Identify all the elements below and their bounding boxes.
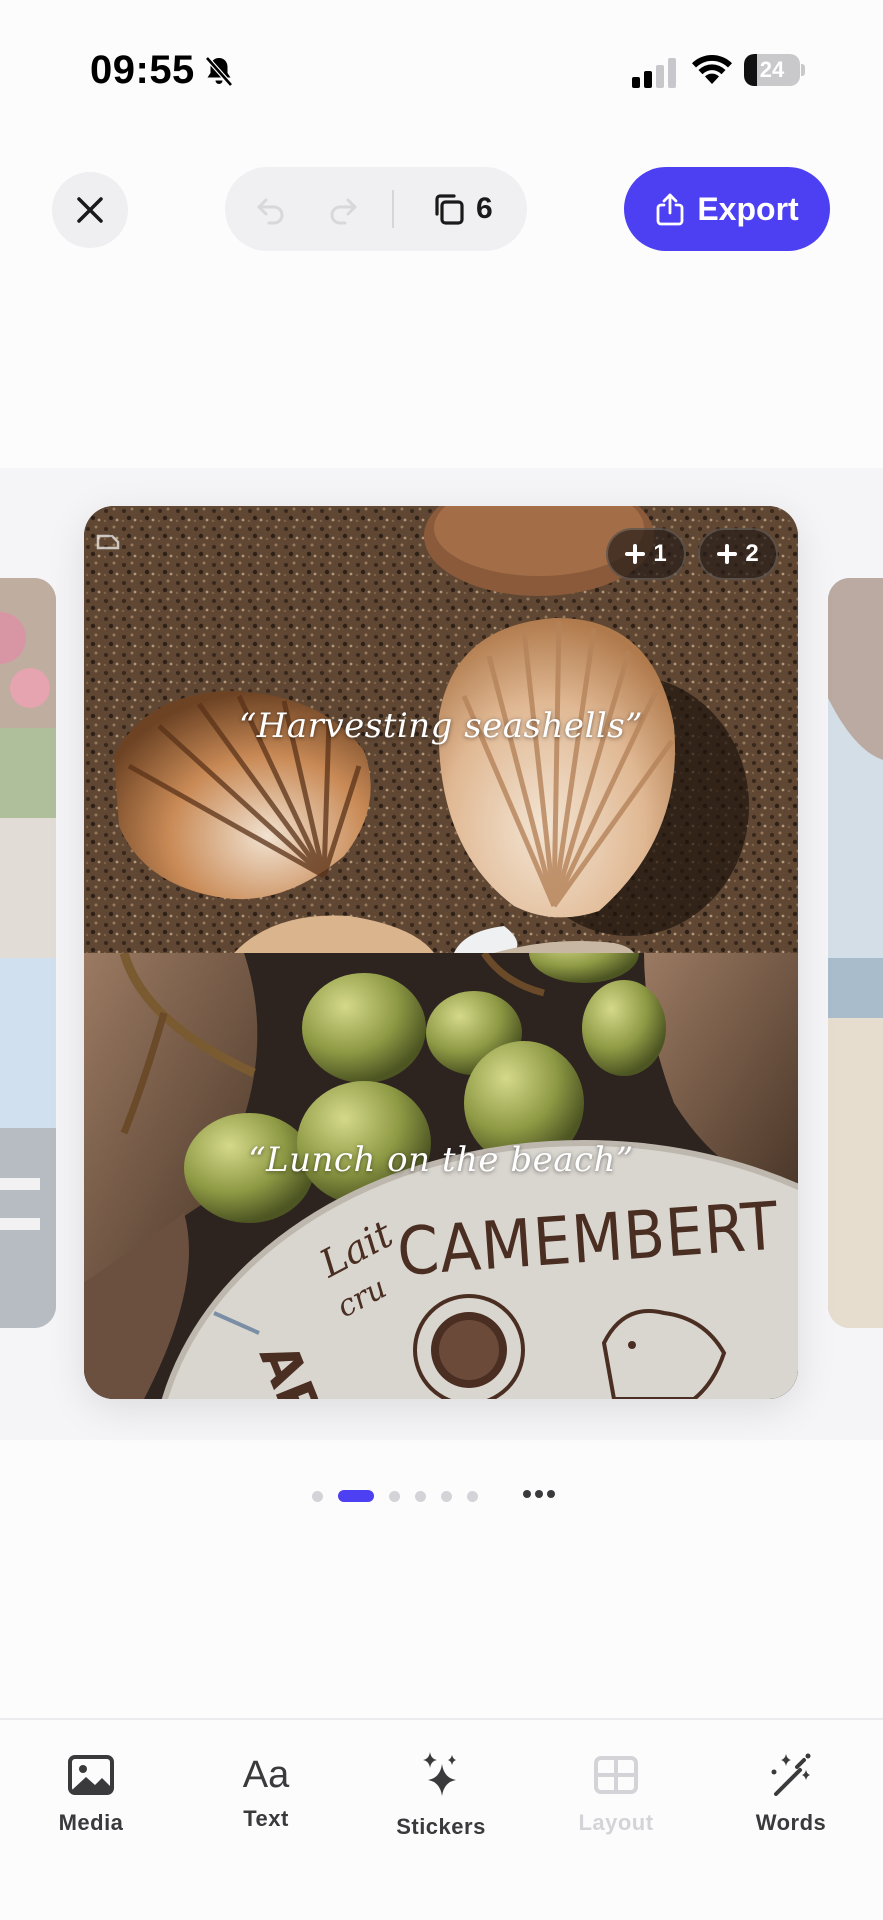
undo-icon[interactable] [254,192,288,226]
current-page-card[interactable]: 1 2 CAMEMBERT DE Lait cru “Harvesting se… [84,506,798,1399]
tab-label: Layout [578,1810,654,1835]
export-label: Export [697,190,799,227]
bell-muted-icon [205,56,233,87]
next-page-thumbnail [828,578,883,1328]
share-icon [656,193,684,226]
page-dot[interactable] [312,1491,323,1502]
page-caption-top[interactable]: “Harvesting seashells” [84,706,798,746]
text-aa-icon: Aa [242,1754,290,1796]
close-button[interactable] [52,172,128,248]
close-icon [77,197,103,223]
previous-page-thumbnail [0,578,56,1328]
bottom-toolbar: Media Aa Text Stickers Layout Words [0,1718,883,1920]
plus-icon [717,544,738,564]
page-dot[interactable] [389,1491,400,1502]
status-bar: 09:55 24 [0,0,883,140]
export-button[interactable]: Export [624,167,830,251]
wifi-icon [692,55,732,84]
add-chip-count: 2 [745,540,759,567]
tab-media[interactable]: Media [16,1750,166,1860]
tab-stickers[interactable]: Stickers [366,1750,516,1860]
next-page-card[interactable] [828,578,883,1328]
page-dot[interactable] [467,1491,478,1502]
page-dot[interactable] [441,1491,452,1502]
sparkles-icon [423,1752,456,1796]
tab-text[interactable]: Aa Text [191,1750,341,1860]
add-chip-count: 1 [653,540,667,567]
drag-handle-icon[interactable] [96,528,122,550]
tab-layout[interactable]: Layout [541,1750,691,1860]
magic-wand-icon [771,1753,811,1796]
page-count[interactable]: 6 [476,190,493,228]
tab-label: Media [58,1810,124,1835]
image-icon [68,1755,114,1795]
battery-percent: 24 [759,57,785,82]
previous-page-card[interactable] [0,578,56,1328]
page-dot-active[interactable] [338,1490,374,1502]
redo-icon[interactable] [326,192,360,226]
tab-label: Words [755,1810,827,1835]
more-dots-icon[interactable] [522,1484,556,1504]
add-to-page-chip[interactable]: 1 [606,528,686,580]
tab-words[interactable]: Words [716,1750,866,1860]
page-dot[interactable] [415,1491,426,1502]
tab-label: Text [243,1806,289,1831]
pages-icon[interactable] [432,192,466,226]
cellular-signal-icon [632,58,676,88]
add-to-page-chip[interactable]: 2 [698,528,778,580]
status-time: 09:55 [90,48,195,92]
tab-label: Stickers [396,1814,486,1839]
pill-divider [392,190,394,228]
page-indicator[interactable] [0,1488,883,1504]
layout-grid-icon [594,1756,638,1794]
page-caption-bottom[interactable]: “Lunch on the beach” [84,1140,798,1180]
battery-indicator: 24 [744,54,806,86]
plus-icon [625,544,646,564]
